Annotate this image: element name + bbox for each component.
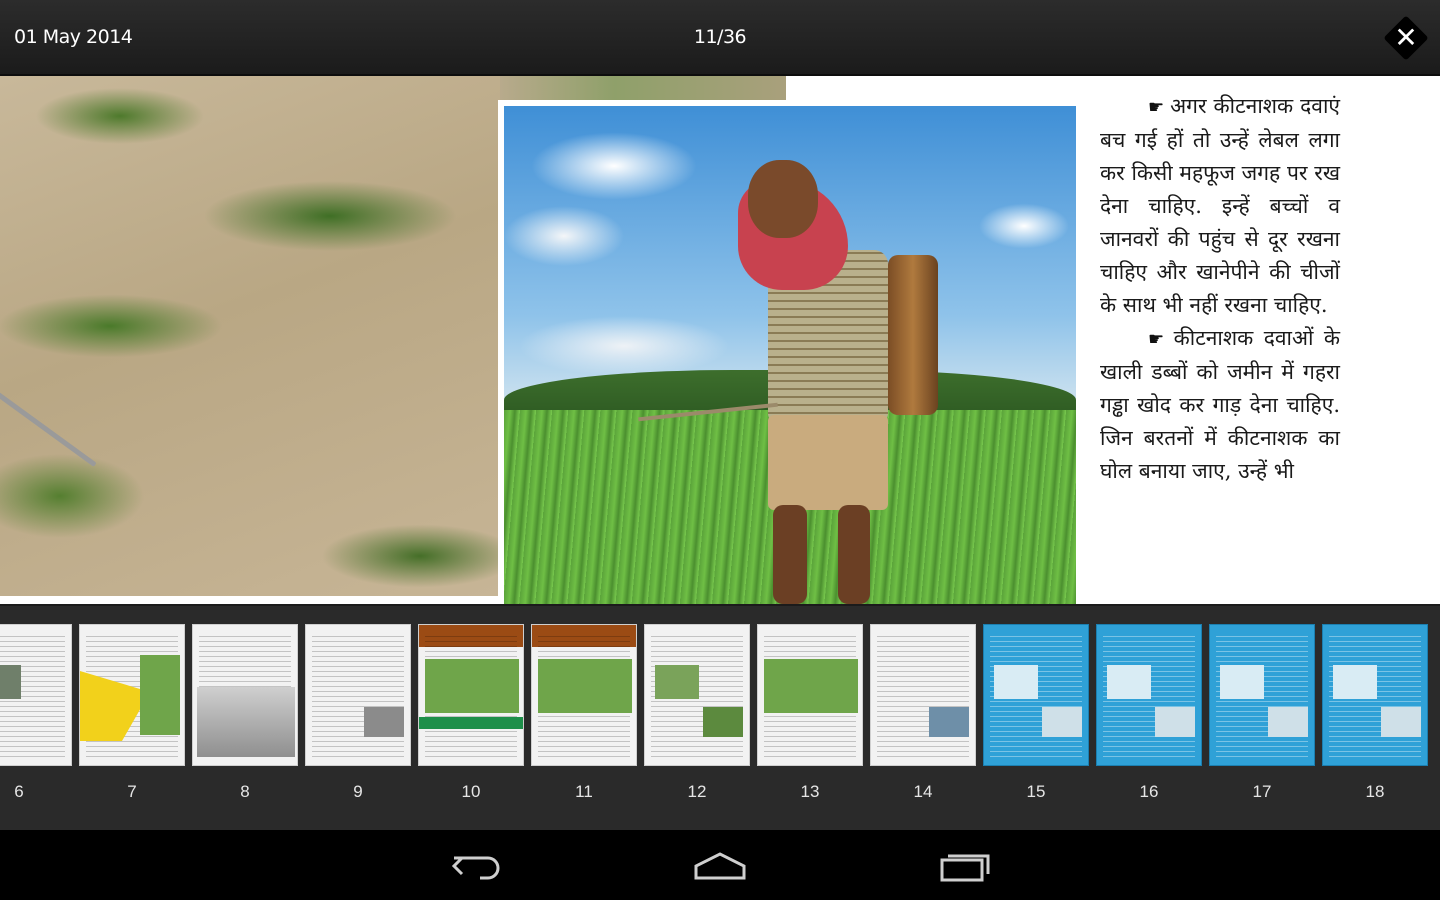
page-number-label: 12: [687, 782, 707, 801]
page-indicator: 11/36: [693, 26, 747, 48]
thumbnail-banner: [419, 717, 523, 729]
thumbnail-image: [1333, 665, 1377, 699]
page-thumbnail-17[interactable]: [1209, 624, 1315, 766]
magazine-page-view[interactable]: ☛ अगर कीटनाशक दवाएं बच गई हों तो उन्हें …: [0, 76, 1440, 604]
page-thumbnail-11[interactable]: [531, 624, 637, 766]
thumbnail-image: [1381, 707, 1421, 737]
page-thumbnail-16[interactable]: [1096, 624, 1202, 766]
page-thumbnail-6[interactable]: [0, 624, 72, 766]
thumbnail-list: [0, 624, 1428, 766]
thumbnail-image: [929, 707, 969, 737]
photo-farmer-spraying: [498, 100, 1082, 604]
thumbnail-text: [312, 633, 404, 757]
page-number-label: 15: [1026, 782, 1046, 801]
hand-pointer-icon: ☛: [1148, 97, 1171, 118]
thumbnail-image: [1220, 665, 1264, 699]
page-number-label: 11: [575, 782, 593, 801]
article-paragraph-text: कीटनाशक दवाओं के खाली डब्बों को जमीन में…: [1100, 326, 1341, 483]
farmer-leg: [838, 505, 870, 604]
page-thumbnail-9[interactable]: [305, 624, 411, 766]
system-navigation-bar: [0, 830, 1440, 900]
back-button[interactable]: [440, 846, 512, 886]
hand-pointer-icon: ☛: [1148, 329, 1174, 350]
page-thumbnail-12[interactable]: [644, 624, 750, 766]
thumbnail-image: [764, 659, 858, 713]
thumbnail-image: [425, 659, 519, 713]
thumbnail-image: [655, 665, 699, 699]
page-number-label: 18: [1365, 782, 1385, 801]
page-thumbnail-7[interactable]: [79, 624, 185, 766]
thumbnail-image: [1107, 665, 1151, 699]
thumbnail-labels: 6 7 8 9 10 11 12 13 14 15 16 17 18: [0, 782, 1428, 802]
page-thumbnail-strip[interactable]: 6 7 8 9 10 11 12 13 14 15 16 17 18: [0, 604, 1440, 830]
page-thumbnail-10[interactable]: [418, 624, 524, 766]
article-paragraph-text: अगर कीटनाशक दवाएं बच गई हों तो उन्हें ले…: [1100, 94, 1340, 317]
thumbnail-image: [538, 659, 632, 713]
page-thumbnail-14[interactable]: [870, 624, 976, 766]
thumbnail-image: [197, 687, 295, 757]
page-number-label: 7: [127, 782, 137, 801]
top-bar: 01 May 2014 11/36 ✕: [0, 0, 1440, 76]
thumbnail-image: [703, 707, 743, 737]
back-icon: [451, 856, 500, 880]
page-thumbnail-15[interactable]: [983, 624, 1089, 766]
page-number-label: 17: [1252, 782, 1272, 801]
home-icon: [694, 852, 746, 880]
close-icon: ✕: [1394, 21, 1418, 54]
article-paragraph: ☛ अगर कीटनाशक दवाएं बच गई हों तो उन्हें …: [1100, 90, 1340, 322]
thumbnail-image: [1155, 707, 1195, 737]
recent-apps-icon: [940, 854, 990, 882]
thumbnail-image: [994, 665, 1038, 699]
page-number-label: 16: [1139, 782, 1159, 801]
farmer-head: [748, 160, 818, 238]
article-paragraph: ☛ कीटनाशक दवाओं के खाली डब्बों को जमीन म…: [1100, 322, 1340, 488]
farmer-leg: [773, 505, 807, 604]
page-number-label: 8: [240, 782, 250, 801]
photo-crop-field-edge: [500, 76, 786, 100]
thumbnail-image: [0, 665, 21, 699]
page-thumbnail-8[interactable]: [192, 624, 298, 766]
close-button[interactable]: ✕: [1383, 15, 1429, 61]
page-number-label: 13: [800, 782, 820, 801]
home-button[interactable]: [684, 846, 756, 886]
page-number-label: 6: [14, 782, 24, 801]
photo-crop-field: [0, 76, 500, 596]
thumbnail-image: [1268, 707, 1308, 737]
thumbnail-image: [1042, 707, 1082, 737]
page-number-label: 14: [913, 782, 933, 801]
page-thumbnail-13[interactable]: [757, 624, 863, 766]
page-thumbnail-18[interactable]: [1322, 624, 1428, 766]
article-text: ☛ अगर कीटनाशक दवाएं बच गई हों तो उन्हें …: [1100, 90, 1340, 488]
page-number-label: 10: [461, 782, 481, 801]
recent-apps-button[interactable]: [928, 846, 1000, 886]
farmer-figure: [638, 160, 958, 604]
thumbnail-image: [364, 707, 404, 737]
spray-lance: [0, 386, 97, 467]
page-number-label: 9: [353, 782, 363, 801]
sprayer-tank: [888, 255, 938, 415]
thumbnail-text: [877, 633, 969, 757]
farmer-shorts: [768, 415, 888, 510]
thumbnail-image: [140, 655, 180, 735]
